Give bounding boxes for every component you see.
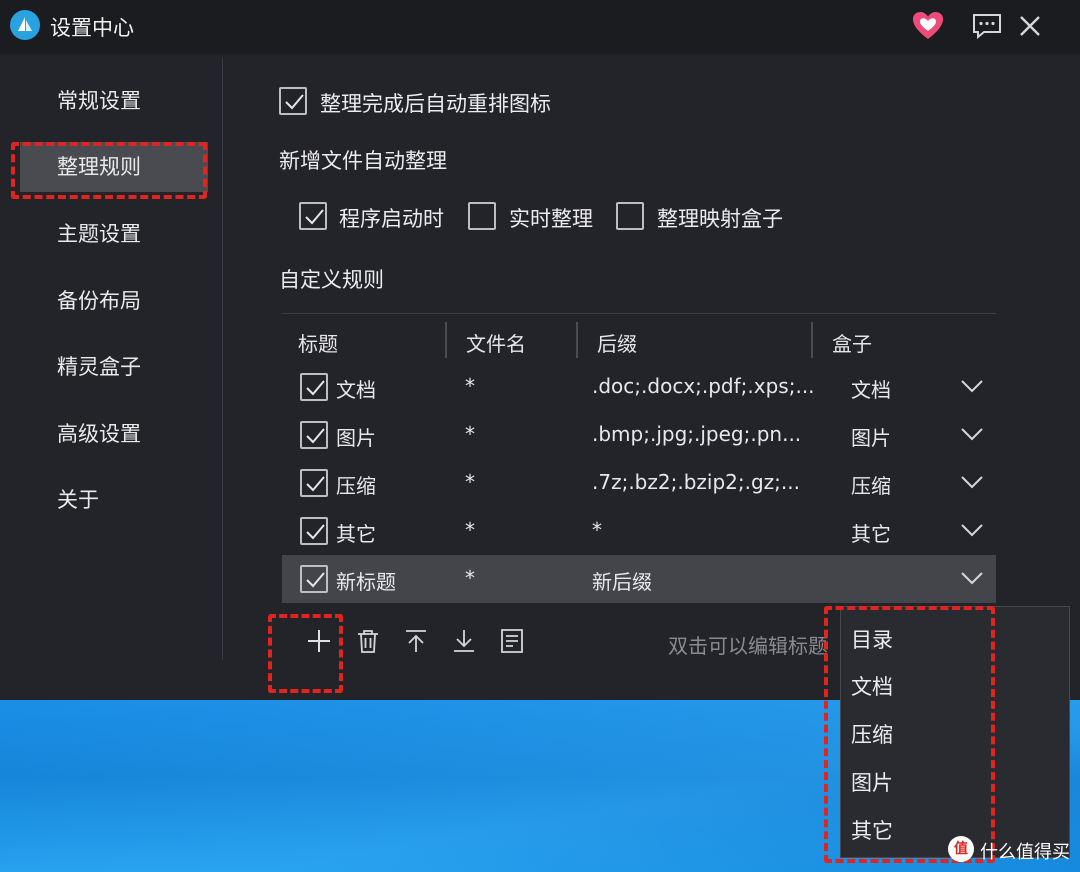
row-box: 图片 [851, 426, 891, 450]
row-checkbox[interactable] [300, 469, 328, 497]
column-header-filename[interactable]: 文件名 [466, 328, 526, 357]
table-row[interactable]: 压缩 * .7z;.bz2;.bzip2;.gz;... 压缩 [282, 459, 996, 507]
toolbar-hint: 双击可以编辑标题 [668, 634, 828, 658]
sidebar-item-fence[interactable]: 精灵盒子 [20, 342, 208, 392]
column-separator [445, 322, 447, 358]
row-suffix: .7z;.bz2;.bzip2;.gz;... [592, 470, 800, 494]
row-box: 其它 [851, 522, 891, 546]
row-suffix: 新后缀 [592, 570, 652, 594]
row-title: 压缩 [336, 474, 376, 498]
column-header-box[interactable]: 盒子 [832, 328, 872, 357]
row-filename: * [465, 566, 475, 590]
sidebar-divider [222, 58, 223, 660]
realtime-label: 实时整理 [509, 207, 593, 231]
chevron-down-icon[interactable] [960, 571, 984, 585]
chevron-down-icon[interactable] [960, 379, 984, 393]
row-filename: * [465, 470, 475, 494]
sidebar-item-theme[interactable]: 主题设置 [20, 209, 208, 259]
table-row[interactable]: 文档 * .doc;.docx;.pdf;.xps;... 文档 [282, 363, 996, 411]
row-checkbox[interactable] [300, 421, 328, 449]
annotation-highlight-dropdown [824, 606, 995, 863]
on-startup-checkbox[interactable] [299, 202, 327, 230]
auto-rearrange-label: 整理完成后自动重排图标 [320, 92, 551, 116]
delete-icon[interactable] [353, 626, 383, 656]
map-fence-label: 整理映射盒子 [657, 207, 783, 231]
chevron-down-icon[interactable] [960, 475, 984, 489]
row-box: 文档 [851, 378, 891, 402]
row-checkbox[interactable] [300, 565, 328, 593]
sidebar-item-about[interactable]: 关于 [20, 475, 208, 525]
heart-icon[interactable] [910, 8, 946, 44]
settings-window: 设置中心 常规设置 整理规则 主题设置 备份布局 精灵盒子 高级设置 关于 整理… [0, 0, 1080, 700]
table-top-divider [282, 313, 996, 314]
sidebar-item-general[interactable]: 常规设置 [20, 76, 208, 126]
column-header-title[interactable]: 标题 [298, 328, 338, 357]
custom-rules-heading: 自定义规则 [279, 268, 384, 292]
on-startup-label: 程序启动时 [339, 207, 444, 231]
chevron-down-icon[interactable] [960, 427, 984, 441]
row-filename: * [465, 374, 475, 398]
row-box: 压缩 [851, 474, 891, 498]
row-suffix: * [592, 518, 602, 542]
realtime-checkbox[interactable] [468, 202, 496, 230]
chevron-down-icon[interactable] [960, 523, 984, 537]
column-header-suffix[interactable]: 后缀 [597, 328, 637, 357]
table-row-selected[interactable]: 新标题 * 新后缀 [282, 555, 996, 603]
annotation-highlight-rules [11, 142, 207, 199]
table-row[interactable]: 图片 * .bmp;.jpg;.jpeg;.pn... 图片 [282, 411, 996, 459]
column-separator [576, 322, 578, 358]
edit-list-icon[interactable] [497, 626, 527, 656]
auto-rearrange-checkbox[interactable] [279, 87, 307, 115]
column-separator [811, 322, 813, 358]
row-filename: * [465, 518, 475, 542]
watermark-text: 什么值得买 [980, 842, 1070, 863]
row-title: 文档 [336, 378, 376, 402]
app-logo-icon [10, 10, 40, 40]
new-file-section-heading: 新增文件自动整理 [279, 149, 447, 173]
watermark-badge: 值 [948, 836, 974, 862]
close-icon[interactable] [1014, 10, 1046, 42]
row-title: 新标题 [336, 570, 396, 594]
row-checkbox[interactable] [300, 373, 328, 401]
move-top-icon[interactable] [401, 626, 431, 656]
row-checkbox[interactable] [300, 517, 328, 545]
row-filename: * [465, 422, 475, 446]
title-bar: 设置中心 [0, 0, 1080, 54]
move-bottom-icon[interactable] [449, 626, 479, 656]
annotation-highlight-add [268, 614, 343, 693]
table-row[interactable]: 其它 * * 其它 [282, 507, 996, 555]
window-title: 设置中心 [50, 16, 134, 40]
map-fence-checkbox[interactable] [616, 202, 644, 230]
sidebar-item-advanced[interactable]: 高级设置 [20, 409, 208, 459]
sidebar-item-backup[interactable]: 备份布局 [20, 276, 208, 326]
row-title: 其它 [336, 522, 376, 546]
row-suffix: .doc;.docx;.pdf;.xps;... [592, 374, 815, 398]
row-suffix: .bmp;.jpg;.jpeg;.pn... [592, 422, 802, 446]
feedback-icon[interactable] [970, 10, 1004, 42]
row-title: 图片 [336, 426, 376, 450]
